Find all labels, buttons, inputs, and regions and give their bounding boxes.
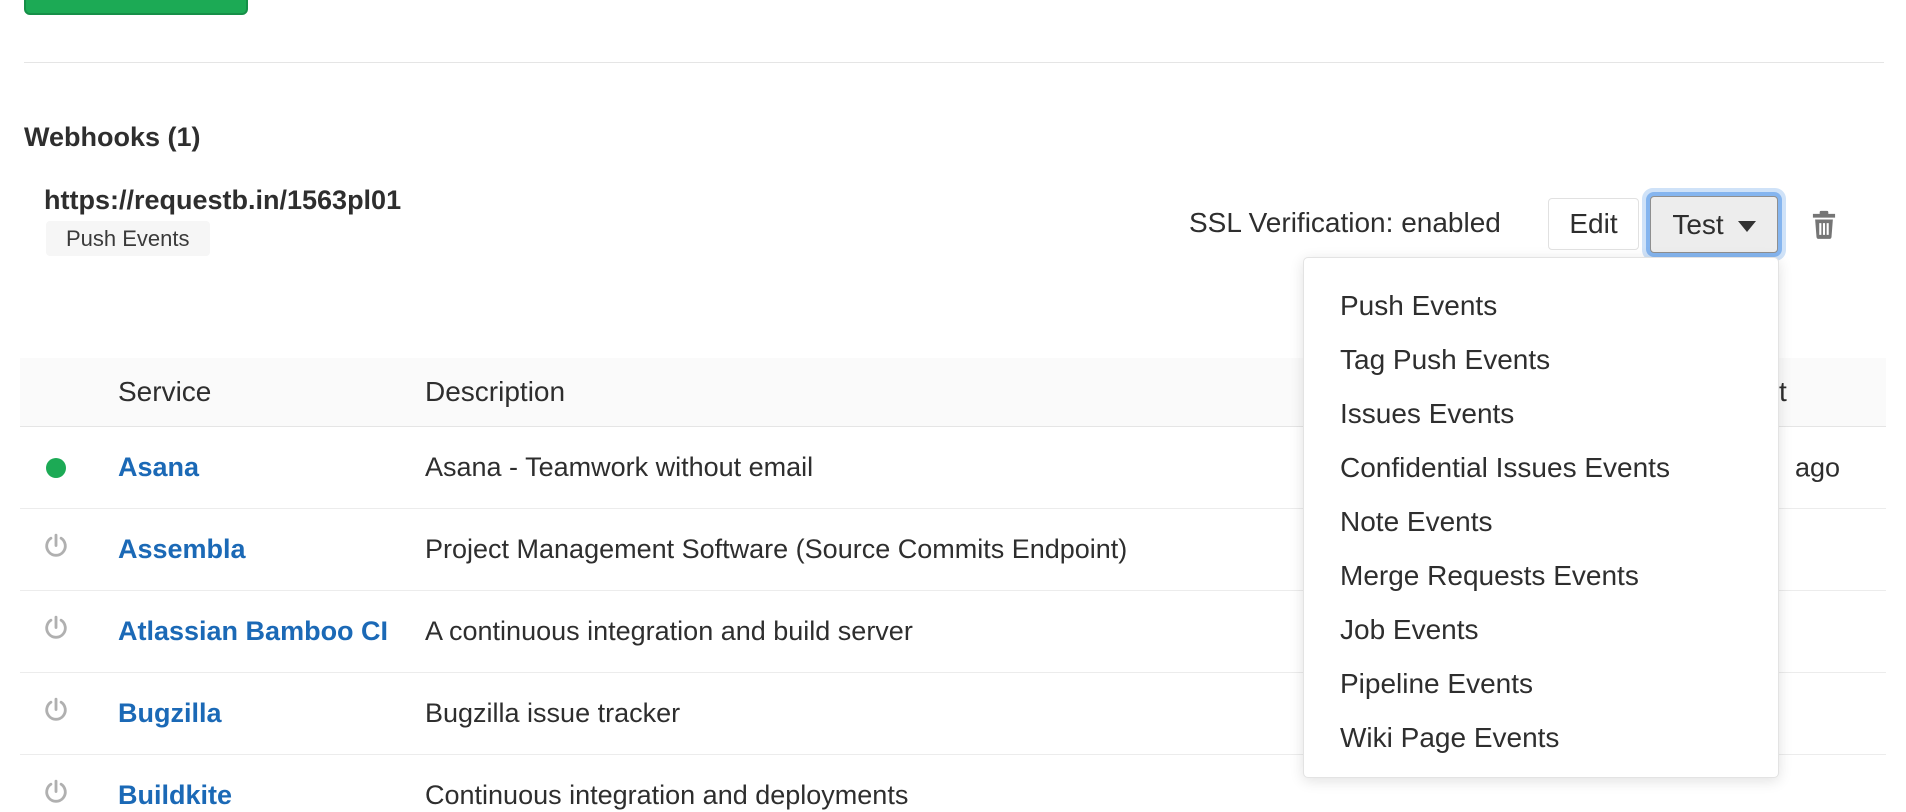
delete-webhook-button[interactable]	[1806, 208, 1842, 244]
service-link[interactable]: Bugzilla	[118, 698, 222, 728]
test-dropdown-item[interactable]: Job Events	[1304, 603, 1778, 657]
service-status-cell	[20, 532, 92, 567]
power-icon	[43, 696, 69, 731]
test-webhook-dropdown-button[interactable]: Test	[1650, 196, 1778, 253]
service-link[interactable]: Assembla	[118, 534, 246, 564]
webhook-url: https://requestb.in/1563pl01	[44, 184, 401, 216]
test-dropdown-item[interactable]: Merge Requests Events	[1304, 549, 1778, 603]
chevron-down-icon	[1738, 221, 1756, 232]
test-button-label: Test	[1672, 209, 1723, 241]
test-dropdown-item[interactable]: Pipeline Events	[1304, 657, 1778, 711]
service-status-cell	[20, 696, 92, 731]
service-cell: Buildkite	[92, 780, 425, 811]
test-dropdown-item[interactable]: Confidential Issues Events	[1304, 441, 1778, 495]
last-edit-header-fragment: t	[1779, 376, 1787, 408]
edit-webhook-button[interactable]: Edit	[1548, 198, 1639, 250]
webhooks-settings-page: Webhooks (1) https://requestb.in/1563pl0…	[0, 0, 1906, 812]
test-dropdown-item[interactable]: Issues Events	[1304, 387, 1778, 441]
service-status-cell	[20, 458, 92, 478]
power-icon	[43, 778, 69, 812]
ssl-verification-status: SSL Verification: enabled	[1189, 206, 1501, 240]
service-description: Continuous integration and deployments	[425, 780, 1886, 811]
service-status-cell	[20, 778, 92, 812]
power-icon	[43, 532, 69, 567]
add-webhook-button[interactable]	[24, 0, 248, 15]
service-column-header: Service	[92, 376, 425, 408]
test-dropdown-item[interactable]: Push Events	[1304, 279, 1778, 333]
service-cell: Atlassian Bamboo CI	[92, 616, 425, 647]
trash-icon	[1809, 209, 1839, 244]
service-link[interactable]: Asana	[118, 452, 199, 482]
power-icon	[43, 614, 69, 649]
test-dropdown-menu: Push EventsTag Push EventsIssues EventsC…	[1303, 257, 1779, 778]
test-dropdown-item[interactable]: Note Events	[1304, 495, 1778, 549]
service-link[interactable]: Atlassian Bamboo CI	[118, 616, 388, 646]
service-link[interactable]: Buildkite	[118, 780, 232, 810]
test-dropdown-item[interactable]: Wiki Page Events	[1304, 711, 1778, 765]
last-edit-cell-fragment: ago	[1795, 452, 1840, 483]
service-cell: Assembla	[92, 534, 425, 565]
service-status-cell	[20, 614, 92, 649]
active-status-icon	[46, 458, 66, 478]
service-cell: Asana	[92, 452, 425, 483]
test-dropdown-item[interactable]: Tag Push Events	[1304, 333, 1778, 387]
section-divider	[24, 62, 1884, 63]
edit-button-label: Edit	[1569, 208, 1617, 240]
webhook-trigger-badge: Push Events	[46, 221, 210, 256]
webhooks-heading: Webhooks (1)	[24, 121, 201, 153]
service-cell: Bugzilla	[92, 698, 425, 729]
